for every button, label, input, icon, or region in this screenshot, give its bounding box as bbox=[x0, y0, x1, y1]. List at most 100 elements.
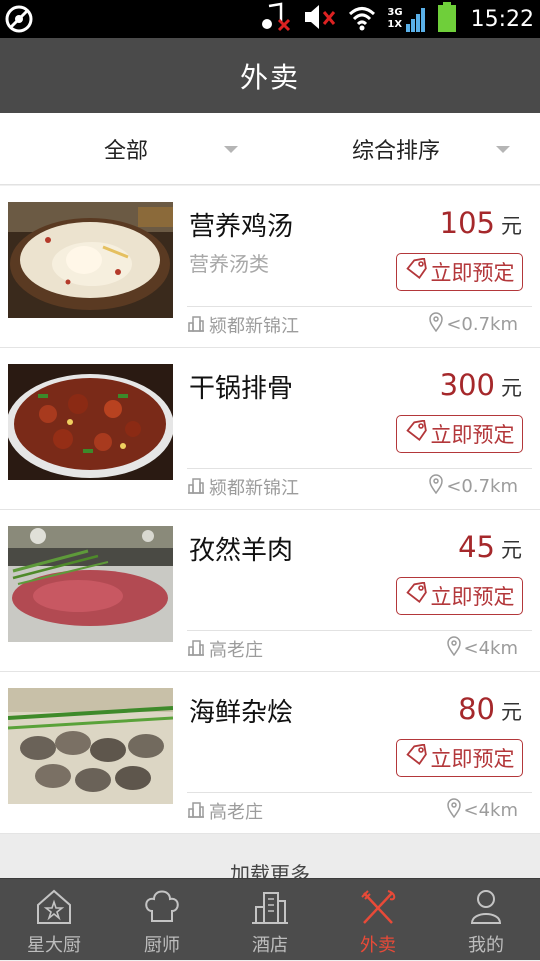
category-filter[interactable]: 全部 bbox=[0, 113, 270, 185]
distance-value: <4km bbox=[463, 637, 519, 659]
tag-icon bbox=[405, 419, 429, 448]
price-value: 45 bbox=[458, 530, 495, 564]
list-item[interactable]: 海鲜杂烩 80 元 立即预定 高老庄 <4km bbox=[0, 672, 540, 834]
tab-mine[interactable]: 我的 bbox=[432, 879, 540, 961]
caret-down-icon bbox=[224, 146, 238, 153]
dish-list: 营养鸡汤 营养汤类 105 元 立即预定 颍都新锦江 <0.7km 干锅排骨 3… bbox=[0, 186, 540, 834]
map-pin-icon bbox=[428, 312, 444, 336]
signal-label-3g: 3G bbox=[387, 7, 403, 18]
sort-filter-label: 综合排序 bbox=[352, 139, 441, 164]
blocked-icon bbox=[4, 4, 34, 34]
dish-name: 干锅排骨 bbox=[189, 374, 294, 404]
building-icon bbox=[187, 476, 205, 498]
location-name: 颍都新锦江 bbox=[209, 316, 299, 337]
page-title: 外卖 bbox=[239, 60, 300, 94]
music-muted-icon bbox=[261, 2, 293, 36]
tab-star-chef[interactable]: 星大厨 bbox=[0, 879, 108, 961]
building-icon bbox=[187, 314, 205, 336]
price-unit: 元 bbox=[501, 700, 522, 724]
restaurant-location: 颍都新锦江 bbox=[187, 312, 299, 338]
building-icon bbox=[187, 638, 205, 660]
book-now-label: 立即预定 bbox=[430, 747, 515, 771]
battery-icon bbox=[437, 2, 457, 36]
tag-icon bbox=[405, 581, 429, 610]
location-name: 高老庄 bbox=[209, 802, 263, 823]
price-value: 105 bbox=[439, 206, 495, 240]
list-item[interactable]: 营养鸡汤 营养汤类 105 元 立即预定 颍都新锦江 <0.7km bbox=[0, 186, 540, 348]
category-filter-label: 全部 bbox=[104, 139, 149, 164]
map-pin-icon bbox=[428, 474, 444, 498]
dish-image bbox=[8, 688, 173, 804]
book-now-label: 立即预定 bbox=[430, 423, 515, 447]
wifi-icon bbox=[347, 3, 377, 35]
status-bar: 3G 1X 15:22 bbox=[0, 0, 540, 38]
load-more-label: 加载更多 bbox=[230, 862, 310, 878]
tag-icon bbox=[405, 257, 429, 286]
book-now-label: 立即预定 bbox=[430, 261, 515, 285]
dish-price: 105 元 bbox=[440, 206, 522, 240]
fork-knife-icon bbox=[356, 885, 400, 929]
distance-value: <4km bbox=[463, 799, 519, 821]
app-bar: 外卖 bbox=[0, 38, 540, 113]
dish-name: 海鲜杂烩 bbox=[189, 698, 294, 728]
dish-category: 营养汤类 bbox=[189, 252, 269, 276]
tab-label: 星大厨 bbox=[27, 935, 81, 956]
list-item[interactable]: 干锅排骨 300 元 立即预定 颍都新锦江 <0.7km bbox=[0, 348, 540, 510]
distance: <4km bbox=[446, 798, 519, 822]
building-icon bbox=[187, 800, 205, 822]
distance-value: <0.7km bbox=[446, 313, 518, 335]
signal-3g-icon: 3G 1X bbox=[387, 6, 426, 32]
distance: <0.7km bbox=[428, 474, 518, 498]
tab-label: 厨师 bbox=[144, 935, 180, 956]
book-now-button[interactable]: 立即预定 bbox=[396, 739, 523, 777]
bottom-nav: 星大厨 厨师 酒店 外卖 我的 bbox=[0, 878, 540, 960]
list-item[interactable]: 孜然羊肉 45 元 立即预定 高老庄 <4km bbox=[0, 510, 540, 672]
chef-hat-icon bbox=[140, 885, 184, 929]
book-now-button[interactable]: 立即预定 bbox=[396, 577, 523, 615]
load-more-button[interactable]: 加载更多 bbox=[0, 834, 540, 878]
caret-down-icon bbox=[496, 146, 510, 153]
person-icon bbox=[464, 885, 508, 929]
map-pin-icon bbox=[446, 798, 462, 822]
divider bbox=[187, 306, 532, 307]
location-name: 高老庄 bbox=[209, 640, 263, 661]
building-icon bbox=[248, 885, 292, 929]
dish-image bbox=[8, 526, 173, 642]
dish-image bbox=[8, 202, 173, 318]
volume-muted-icon bbox=[303, 2, 337, 36]
dish-price: 45 元 bbox=[458, 530, 522, 564]
tab-hotel[interactable]: 酒店 bbox=[216, 879, 324, 961]
distance: <4km bbox=[446, 636, 519, 660]
book-now-button[interactable]: 立即预定 bbox=[396, 415, 523, 453]
distance-value: <0.7km bbox=[446, 475, 518, 497]
book-now-label: 立即预定 bbox=[430, 585, 515, 609]
dish-price: 300 元 bbox=[440, 368, 522, 402]
distance: <0.7km bbox=[428, 312, 518, 336]
clock: 15:22 bbox=[470, 6, 534, 32]
dish-price: 80 元 bbox=[458, 692, 522, 726]
filter-bar: 全部 综合排序 bbox=[0, 113, 540, 185]
dish-name: 孜然羊肉 bbox=[189, 536, 294, 566]
signal-label-1x: 1X bbox=[387, 19, 403, 30]
tab-chef[interactable]: 厨师 bbox=[108, 879, 216, 961]
tag-icon bbox=[405, 743, 429, 772]
divider bbox=[187, 792, 532, 793]
divider bbox=[187, 630, 532, 631]
map-pin-icon bbox=[446, 636, 462, 660]
tab-label: 我的 bbox=[468, 935, 504, 956]
price-unit: 元 bbox=[501, 538, 522, 562]
book-now-button[interactable]: 立即预定 bbox=[396, 253, 523, 291]
tab-takeout[interactable]: 外卖 bbox=[324, 879, 432, 961]
price-value: 300 bbox=[439, 368, 495, 402]
restaurant-location: 高老庄 bbox=[187, 798, 263, 824]
dish-name: 营养鸡汤 bbox=[189, 212, 294, 242]
sort-filter[interactable]: 综合排序 bbox=[270, 113, 540, 185]
price-unit: 元 bbox=[501, 376, 522, 400]
dish-image bbox=[8, 364, 173, 480]
restaurant-location: 高老庄 bbox=[187, 636, 263, 662]
tab-label: 酒店 bbox=[252, 935, 288, 956]
divider bbox=[187, 468, 532, 469]
price-value: 80 bbox=[458, 692, 495, 726]
house-star-icon bbox=[32, 885, 76, 929]
tab-label: 外卖 bbox=[360, 935, 396, 956]
